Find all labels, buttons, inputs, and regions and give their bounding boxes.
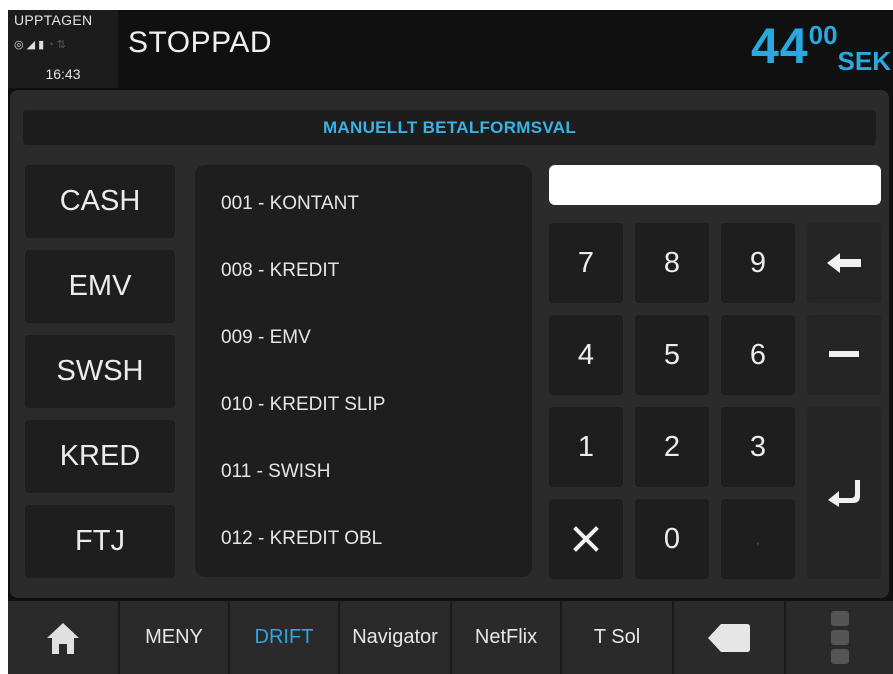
pay-button-emv[interactable]: EMV (25, 250, 175, 323)
more-vertical-icon (830, 610, 849, 664)
pump-state: STOPPAD (128, 26, 273, 59)
key-7[interactable]: 7 (549, 223, 623, 303)
list-item[interactable]: 010 - KREDIT SLIP (221, 394, 385, 416)
price-decimals: 00 (808, 20, 838, 50)
enter-icon (828, 480, 860, 507)
target-icon: ◎ (14, 39, 24, 51)
status-label: UPPTAGEN (14, 12, 93, 28)
home-icon (47, 622, 79, 654)
clear-button[interactable] (549, 499, 623, 579)
status-icons: ◎ ◢ ▮ ◔ ⇅ (14, 38, 67, 52)
pump-terminal-screen: UPPTAGEN ◎ ◢ ▮ ◔ ⇅ 16:43 STOPPAD 44 00 S… (8, 10, 893, 674)
nav-drift[interactable]: DRIFT (230, 601, 338, 674)
clock: 16:43 (45, 66, 81, 82)
price-currency: SEK (837, 46, 891, 76)
payment-panel: MANUELLT BETALFORMSVAL CASH EMV SWSH KRE… (10, 90, 889, 598)
signal-icon: ◢ (26, 39, 36, 51)
minus-button[interactable] (807, 315, 881, 395)
pay-button-swsh[interactable]: SWSH (25, 335, 175, 408)
backspace-icon (827, 253, 861, 273)
key-3[interactable]: 3 (721, 407, 795, 487)
list-item[interactable]: 008 - KREDIT (221, 260, 339, 282)
key-4[interactable]: 4 (549, 315, 623, 395)
back-button[interactable] (674, 601, 784, 674)
list-item[interactable]: 001 - KONTANT (221, 193, 359, 215)
key-comma[interactable]: , (721, 499, 795, 579)
panel-title: MANUELLT BETALFORMSVAL (23, 110, 876, 145)
home-button[interactable] (8, 601, 118, 674)
list-item[interactable]: 012 - KREDIT OBL (221, 528, 382, 550)
status-box: UPPTAGEN ◎ ◢ ▮ ◔ ⇅ 16:43 (8, 10, 118, 88)
list-item[interactable]: 011 - SWISH (221, 461, 330, 483)
key-8[interactable]: 8 (635, 223, 709, 303)
backspace-button[interactable] (807, 223, 881, 303)
amount-input[interactable] (549, 165, 881, 205)
bottom-nav: MENY DRIFT Navigator NetFlix T Sol (8, 601, 893, 674)
key-2[interactable]: 2 (635, 407, 709, 487)
key-5[interactable]: 5 (635, 315, 709, 395)
minus-icon (829, 351, 859, 357)
net-icon: ⇅ (56, 39, 67, 51)
more-button[interactable] (786, 601, 893, 674)
key-0[interactable]: 0 (635, 499, 709, 579)
enter-button[interactable] (807, 407, 881, 579)
wifi-icon: ◔ (47, 38, 54, 51)
list-item[interactable]: 009 - EMV (221, 327, 311, 349)
key-1[interactable]: 1 (549, 407, 623, 487)
battery-icon: ▮ (38, 39, 45, 51)
key-9[interactable]: 9 (721, 223, 795, 303)
key-6[interactable]: 6 (721, 315, 795, 395)
back-icon (708, 623, 750, 652)
price-display: 44 00 SEK (751, 18, 891, 74)
nav-netflix[interactable]: NetFlix (452, 601, 560, 674)
close-icon (573, 526, 599, 552)
nav-tsol[interactable]: T Sol (562, 601, 672, 674)
nav-meny[interactable]: MENY (120, 601, 228, 674)
price-integer: 44 (750, 18, 809, 74)
pay-button-kred[interactable]: KRED (25, 420, 175, 493)
payment-method-list: 001 - KONTANT 008 - KREDIT 009 - EMV 010… (195, 165, 532, 577)
nav-navigator[interactable]: Navigator (340, 601, 450, 674)
pay-button-cash[interactable]: CASH (25, 165, 175, 238)
pay-button-ftj[interactable]: FTJ (25, 505, 175, 578)
